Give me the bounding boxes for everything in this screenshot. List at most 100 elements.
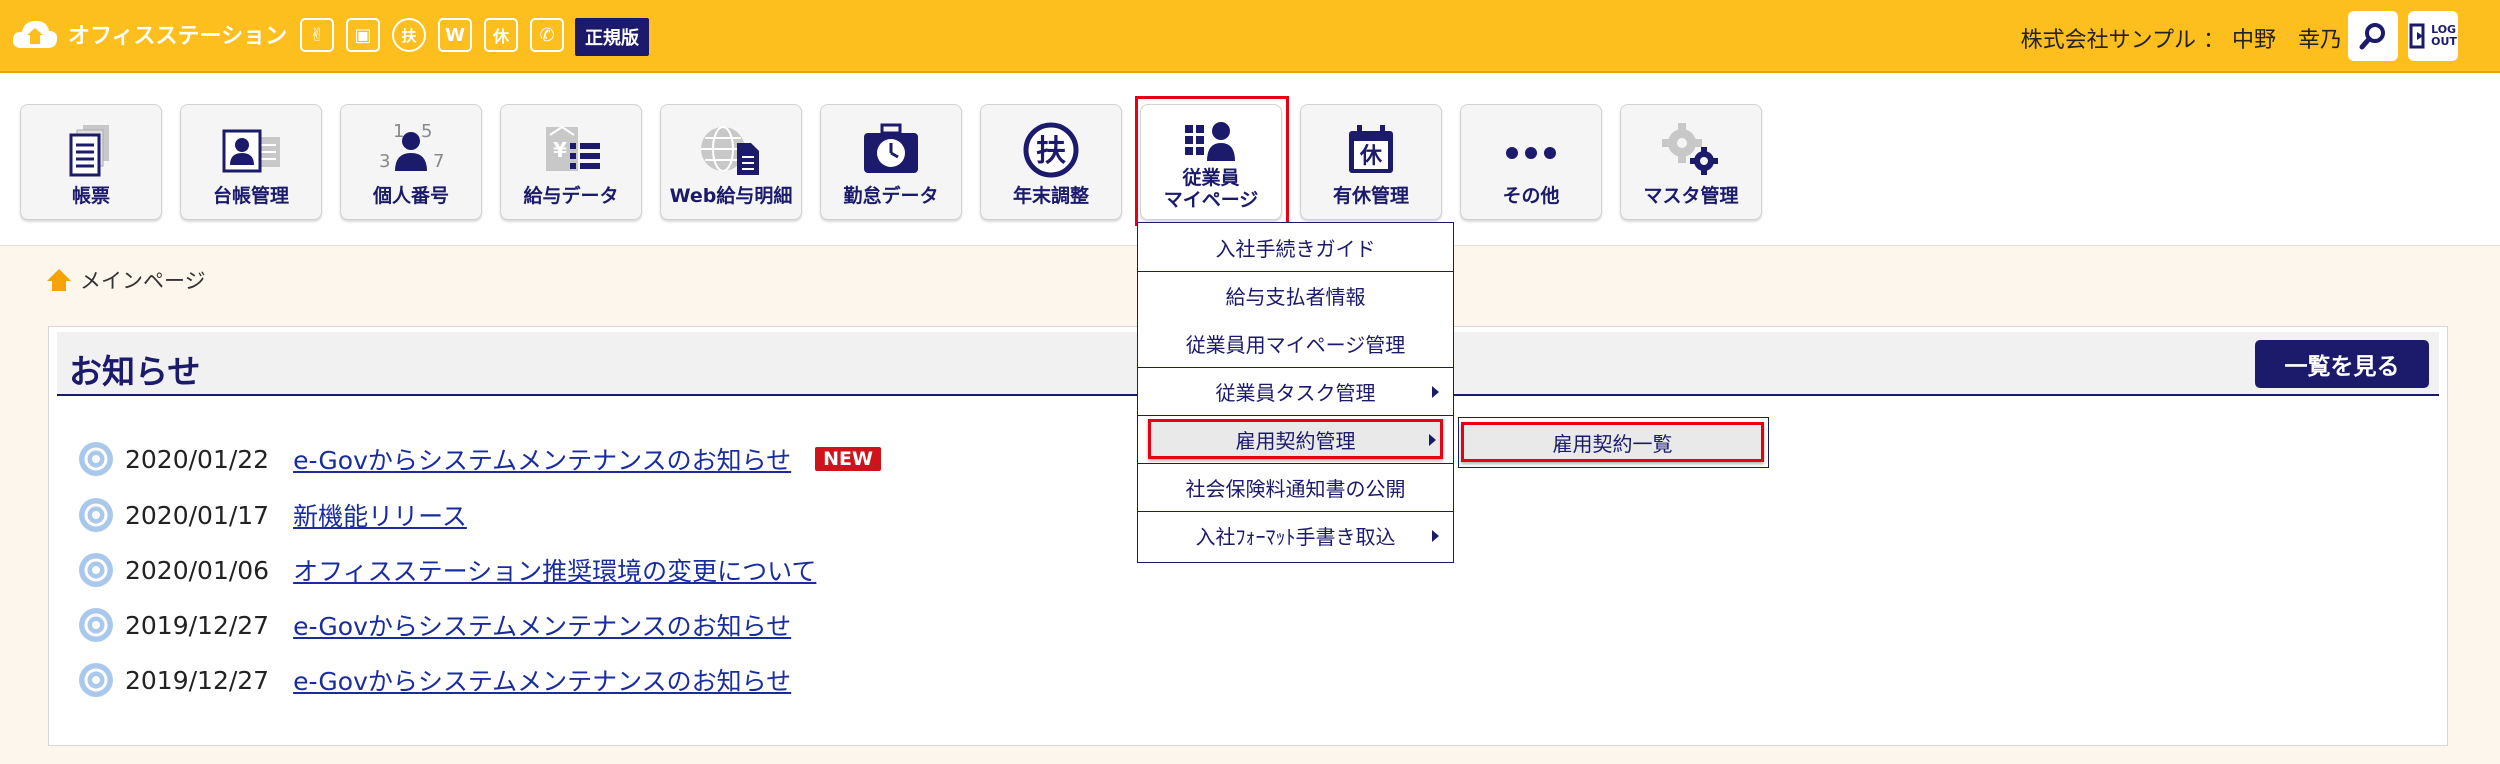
- gear-bullet-icon: [79, 498, 113, 532]
- news-item: 2020/01/06 オフィスステーション推奨環境の変更について: [77, 550, 816, 590]
- victory-hand-icon[interactable]: ✌: [300, 18, 334, 52]
- menu-forms-label: 帳票: [71, 185, 110, 207]
- menu-item-label: 入社手続きガイド: [1215, 236, 1376, 261]
- kyu-icon[interactable]: 休: [484, 18, 518, 52]
- menu-item-label: 雇用契約管理: [1235, 428, 1356, 453]
- menu-master-settings-label: マスタ管理: [1643, 185, 1739, 207]
- menu-item-employment-contract[interactable]: 雇用契約管理: [1148, 419, 1443, 459]
- search-button[interactable]: [2348, 11, 2398, 61]
- menu-attendance-label: 勤怠データ: [843, 185, 939, 207]
- menu-year-end[interactable]: 扶 年末調整: [980, 104, 1122, 220]
- submenu-item-contract-list[interactable]: 雇用契約一覧: [1461, 422, 1764, 462]
- menu-master-settings[interactable]: マスタ管理: [1620, 104, 1762, 220]
- phone-icon[interactable]: ✆: [530, 18, 564, 52]
- menu-web-payslip[interactable]: Web給与明細: [660, 104, 802, 220]
- menu-personal-number[interactable]: 1 5 3 7 個人番号: [340, 104, 482, 220]
- cloud-icon: [12, 21, 58, 48]
- news-link[interactable]: 新機能リリース: [293, 497, 467, 533]
- home-icon: [47, 269, 71, 291]
- news-date: 2020/01/06: [125, 555, 270, 585]
- web-payslip-icon[interactable]: W: [438, 18, 472, 52]
- top-header: オフィスステーション ✌ ▣ 扶 W 休 ✆ 正規版 株式会社サンプル ： 中野…: [0, 0, 2500, 73]
- menu-item-handwriting-import[interactable]: 入社ﾌｫｰﾏｯﾄ手書き取込: [1138, 511, 1453, 559]
- app-name: オフィスステーション: [68, 24, 288, 49]
- breadcrumb[interactable]: メインページ: [46, 265, 206, 295]
- logout-label: LOG OUT: [2431, 24, 2457, 48]
- svg-text:¥: ¥: [553, 138, 567, 162]
- menu-item-task-management[interactable]: 従業員タスク管理: [1138, 367, 1453, 415]
- menu-attendance[interactable]: 勤怠データ: [820, 104, 962, 220]
- svg-text:5: 5: [421, 121, 432, 142]
- user-company-name: 株式会社サンプル ： 中野 幸乃: [2020, 28, 2342, 53]
- menu-paid-leave-label: 有休管理: [1332, 185, 1409, 207]
- menu-paid-leave[interactable]: 休 有休管理: [1300, 104, 1442, 220]
- menu-item-insurance-notice[interactable]: 社会保険料通知書の公開: [1138, 463, 1453, 511]
- ledger-icon: [222, 129, 280, 173]
- menu-forms[interactable]: 帳票: [20, 104, 162, 220]
- svg-text:7: 7: [433, 151, 444, 172]
- menu-salary-data[interactable]: ¥ 給与データ: [500, 104, 642, 220]
- menu-others-label: その他: [1502, 185, 1560, 207]
- news-link[interactable]: e-Govからシステムメンテナンスのお知らせ: [293, 662, 791, 698]
- menu-others[interactable]: その他: [1460, 104, 1602, 220]
- active-menu-highlight: [1135, 96, 1289, 226]
- employee-mypage-dropdown: 入社手続きガイド 給与支払者情報 従業員用マイページ管理 従業員タスク管理 雇用…: [1137, 222, 1454, 563]
- menu-item-label: 従業員用マイページ管理: [1185, 332, 1406, 357]
- document-icon: [69, 125, 109, 177]
- employment-contract-submenu: 雇用契約一覧: [1458, 417, 1769, 468]
- submenu-item-label: 雇用契約一覧: [1552, 431, 1673, 456]
- menu-item-label: 社会保険料通知書の公開: [1185, 477, 1406, 501]
- attendance-icon: [864, 123, 918, 173]
- menu-item-onboarding-guide[interactable]: 入社手続きガイド: [1138, 223, 1453, 271]
- news-item: 2019/12/27 e-Govからシステムメンテナンスのお知らせ: [77, 605, 791, 645]
- news-date: 2019/12/27: [125, 610, 270, 640]
- submenu-arrow-icon: [1429, 434, 1436, 446]
- master-settings-icon: [1662, 123, 1718, 175]
- web-payslip-icon: [701, 126, 759, 175]
- svg-text:扶: 扶: [1036, 134, 1066, 169]
- menu-item-label: 従業員タスク管理: [1215, 381, 1376, 405]
- menu-salary-data-label: 給与データ: [523, 185, 619, 207]
- menu-item-payer-info[interactable]: 給与支払者情報: [1138, 271, 1453, 319]
- gear-bullet-icon: [79, 553, 113, 587]
- menu-item-mypage-admin[interactable]: 従業員用マイページ管理: [1138, 319, 1453, 367]
- logout-label-line2: OUT: [2431, 35, 2457, 48]
- product-icons: ✌ ▣ 扶 W 休 ✆: [300, 18, 564, 52]
- news-link[interactable]: オフィスステーション推奨環境の変更について: [293, 552, 816, 588]
- svg-text:休: 休: [1359, 144, 1383, 169]
- edition-badge: 正規版: [575, 18, 649, 56]
- news-item: 2020/01/17 新機能リリース: [77, 495, 467, 535]
- new-badge: NEW: [815, 447, 881, 471]
- news-date: 2020/01/22: [125, 444, 270, 474]
- search-icon: [2359, 23, 2385, 50]
- salary-data-icon: ¥: [546, 125, 600, 171]
- menu-item-label: 給与支払者情報: [1225, 285, 1366, 309]
- menu-item-label: 入社ﾌｫｰﾏｯﾄ手書き取込: [1195, 525, 1396, 549]
- personal-number-icon: 1 5 3 7: [379, 121, 444, 172]
- menu-ledger-label: 台帳管理: [212, 185, 289, 207]
- menu-web-payslip-label: Web給与明細: [669, 185, 793, 207]
- app-logo[interactable]: オフィスステーション: [10, 16, 287, 52]
- submenu-arrow-icon: [1432, 386, 1439, 398]
- news-link[interactable]: e-Govからシステムメンテナンスのお知らせ: [293, 607, 791, 643]
- breadcrumb-main-page[interactable]: メインページ: [80, 265, 206, 295]
- menu-personal-number-label: 個人番号: [372, 185, 449, 207]
- gear-bullet-icon: [79, 442, 113, 476]
- year-end-icon: 扶: [1023, 122, 1079, 178]
- logout-button[interactable]: LOG OUT: [2408, 11, 2458, 61]
- news-date: 2020/01/17: [125, 500, 270, 530]
- news-item: 2020/01/22 e-Govからシステムメンテナンスのお知らせ NEW: [77, 439, 881, 479]
- svg-text:3: 3: [379, 151, 390, 172]
- view-all-button[interactable]: 一覧を見る: [2255, 340, 2429, 388]
- news-item: 2019/12/27 e-Govからシステムメンテナンスのお知らせ: [77, 660, 791, 700]
- menu-year-end-label: 年末調整: [1012, 185, 1089, 207]
- logout-icon: [2409, 23, 2425, 49]
- news-link[interactable]: e-Govからシステムメンテナンスのお知らせ: [293, 441, 791, 477]
- paid-leave-icon: 休: [1349, 125, 1393, 173]
- submenu-arrow-icon: [1432, 530, 1439, 542]
- menu-ledger[interactable]: 台帳管理: [180, 104, 322, 220]
- news-title: お知らせ: [69, 352, 201, 391]
- fu-icon[interactable]: 扶: [392, 18, 426, 52]
- gear-bullet-icon: [79, 663, 113, 697]
- briefcase-icon[interactable]: ▣: [346, 18, 380, 52]
